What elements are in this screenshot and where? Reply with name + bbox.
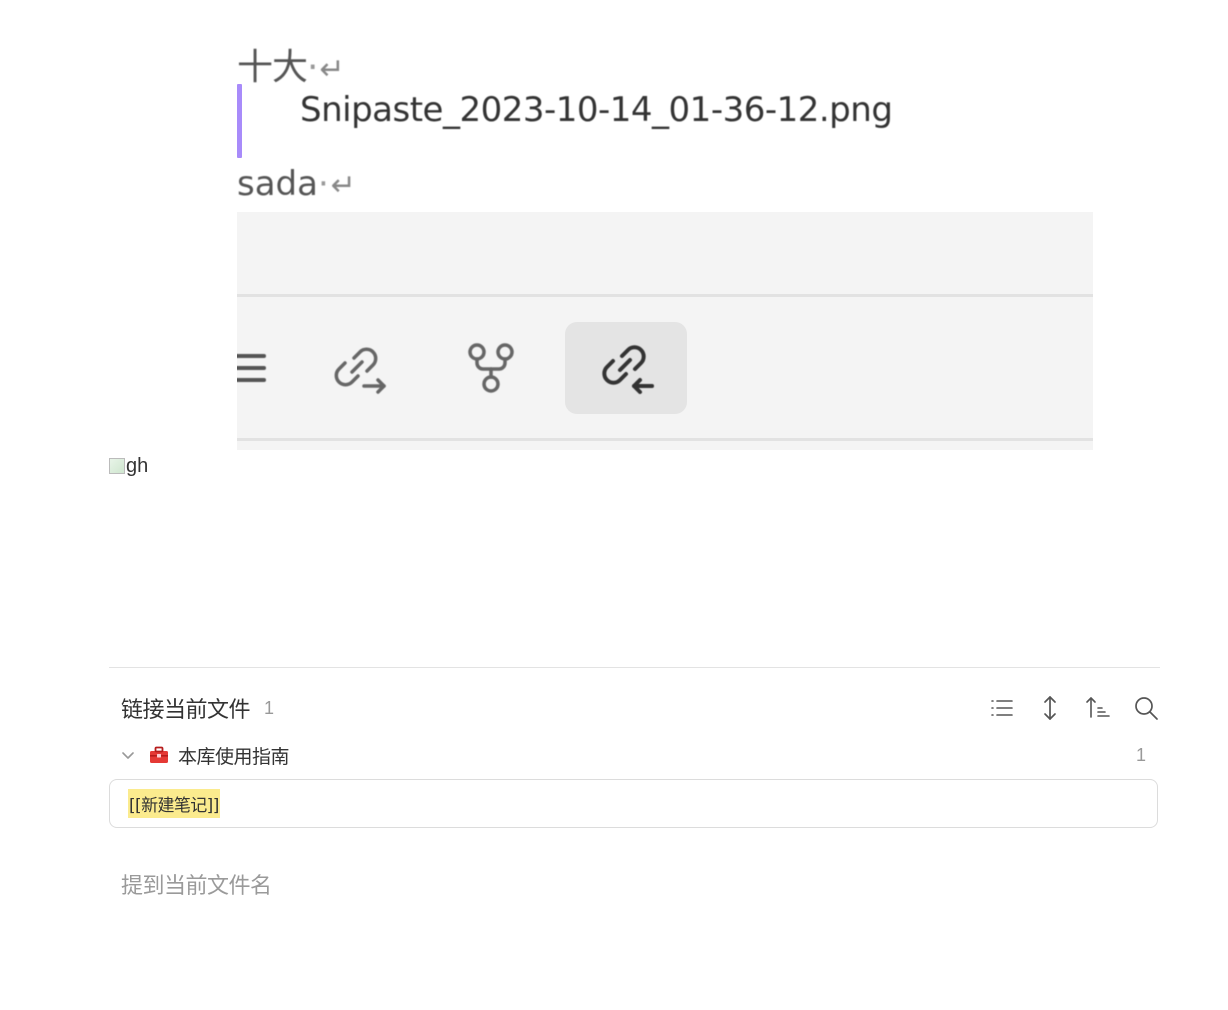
search-icon[interactable]: [1132, 694, 1160, 722]
backlink-match-snippet[interactable]: [[新建笔记]]: [109, 779, 1158, 828]
note-page: 十大·↵ Snipaste_2023-10-14_01-36-12.png sa…: [0, 0, 1228, 1010]
list-view-icon[interactable]: [988, 694, 1016, 722]
embedded-line-1: 十大·↵: [237, 38, 345, 90]
broken-image-icon: [109, 458, 125, 474]
backlinks-divider: [109, 667, 1160, 668]
backlink-file-name[interactable]: 本库使用指南: [178, 742, 290, 769]
chevron-down-icon[interactable]: [118, 745, 138, 765]
broken-image: gh: [109, 450, 148, 482]
embedded-screenshot: 十大·↵ Snipaste_2023-10-14_01-36-12.png sa…: [237, 30, 1093, 450]
backlinks-actions: [988, 694, 1160, 722]
return-icon: ↵: [319, 52, 344, 87]
space-marker: ·: [317, 164, 329, 204]
broken-image-alt: gh: [126, 454, 149, 477]
blockquote-bar: [237, 84, 242, 158]
expand-collapse-icon[interactable]: [1036, 694, 1064, 722]
outgoing-links-icon: [297, 322, 419, 414]
backlinks-title[interactable]: 链接当前文件: [121, 692, 251, 724]
divider: [237, 438, 1093, 441]
return-icon: ↵: [330, 168, 356, 203]
backlink-file-item[interactable]: 本库使用指南 1: [118, 740, 1146, 770]
backlinks-count: 1: [264, 697, 275, 718]
divider: [237, 294, 1093, 297]
embedded-line-1-text: 十大: [237, 47, 308, 88]
graph-icon: [430, 322, 552, 414]
backlinks-header: 链接当前文件 1: [121, 690, 1160, 726]
backlinks-icon: [565, 322, 687, 414]
space-marker: ·: [307, 47, 318, 88]
backlink-file-count: 1: [1135, 744, 1146, 765]
match-highlight: [[新建笔记]]: [128, 789, 220, 818]
embedded-toolbar: [237, 212, 1093, 450]
embedded-line-3-text: sada: [237, 164, 318, 204]
toolbox-icon: [148, 744, 170, 766]
unlinked-mentions-title[interactable]: 提到当前文件名: [121, 868, 272, 900]
embedded-line-3: sada·↵: [237, 164, 356, 204]
sort-icon[interactable]: [1084, 694, 1112, 722]
embedded-filename: Snipaste_2023-10-14_01-36-12.png: [300, 90, 893, 130]
